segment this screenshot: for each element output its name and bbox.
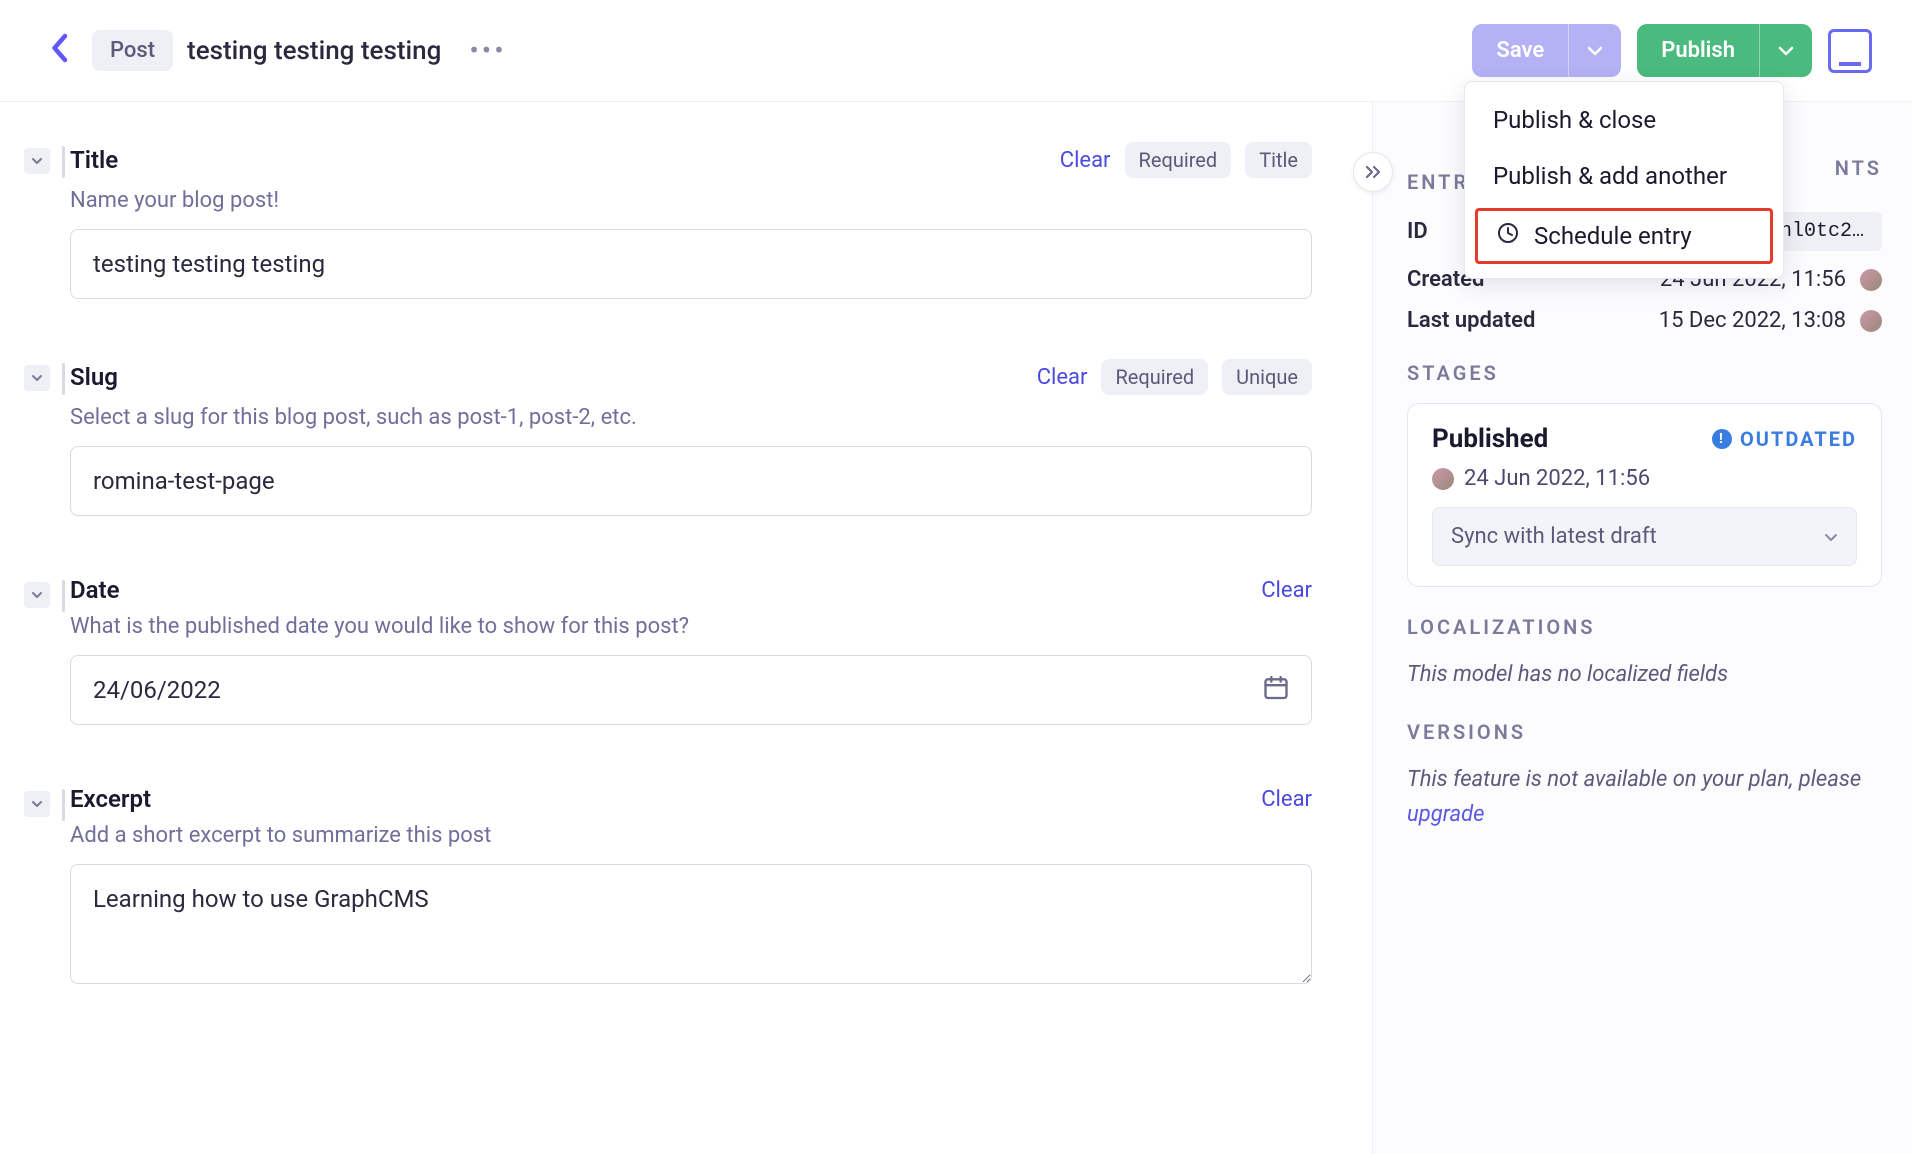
stage-card: Published ! OUTDATED 24 Jun 2022, 11:56 … xyxy=(1407,403,1882,587)
stage-name: Published xyxy=(1432,424,1712,454)
more-menu-button[interactable]: ••• xyxy=(469,34,506,67)
updated-value: 15 Dec 2022, 13:08 xyxy=(1659,308,1846,333)
publish-button-group: Publish xyxy=(1637,24,1812,77)
field-drag-handle[interactable] xyxy=(24,582,50,608)
collapse-sidebar-button[interactable] xyxy=(1353,152,1393,192)
title-kind-badge: Title xyxy=(1245,142,1312,178)
title-clear-button[interactable]: Clear xyxy=(1060,148,1111,173)
avatar xyxy=(1432,468,1454,490)
outdated-badge: ! OUTDATED xyxy=(1712,427,1857,451)
title-hint: Name your blog post! xyxy=(70,188,1312,213)
stages-heading: STAGES xyxy=(1407,361,1882,385)
date-input[interactable] xyxy=(70,655,1312,725)
title-input[interactable] xyxy=(70,229,1312,299)
slug-clear-button[interactable]: Clear xyxy=(1037,365,1088,390)
slug-input[interactable] xyxy=(70,446,1312,516)
slug-field-label: Slug xyxy=(70,363,118,391)
localizations-note: This model has no localized fields xyxy=(1407,657,1882,692)
schedule-entry-item[interactable]: Schedule entry xyxy=(1475,208,1773,264)
sync-draft-dropdown[interactable]: Sync with latest draft xyxy=(1432,507,1857,566)
field-drag-handle[interactable] xyxy=(24,365,50,391)
excerpt-input[interactable] xyxy=(70,864,1312,984)
upgrade-link[interactable]: upgrade xyxy=(1407,802,1485,827)
back-button[interactable] xyxy=(40,25,78,76)
save-dropdown-button[interactable] xyxy=(1568,24,1621,77)
toggle-sidebar-button[interactable] xyxy=(1828,29,1872,73)
publish-and-add-item[interactable]: Publish & add another xyxy=(1465,148,1783,204)
alert-icon: ! xyxy=(1712,429,1732,449)
slug-hint: Select a slug for this blog post, such a… xyxy=(70,405,1312,430)
page-title: testing testing testing xyxy=(187,36,441,66)
avatar xyxy=(1860,310,1882,332)
chevron-down-icon xyxy=(1824,524,1838,549)
avatar xyxy=(1860,269,1882,291)
publish-and-close-item[interactable]: Publish & close xyxy=(1465,92,1783,148)
versions-note: This feature is not available on your pl… xyxy=(1407,762,1882,832)
unique-badge: Unique xyxy=(1222,359,1312,395)
partial-tab-label: NTS xyxy=(1835,156,1882,180)
date-hint: What is the published date you would lik… xyxy=(70,614,1312,639)
save-button-group: Save xyxy=(1472,24,1621,77)
stage-published-date: 24 Jun 2022, 11:56 xyxy=(1464,466,1650,491)
title-field-label: Title xyxy=(70,146,118,174)
excerpt-hint: Add a short excerpt to summarize this po… xyxy=(70,823,1312,848)
save-button[interactable]: Save xyxy=(1472,24,1568,77)
date-clear-button[interactable]: Clear xyxy=(1261,578,1312,603)
publish-button[interactable]: Publish xyxy=(1637,24,1759,77)
required-badge: Required xyxy=(1125,142,1232,178)
publish-dropdown-menu: Publish & close Publish & add another Sc… xyxy=(1464,81,1784,279)
field-drag-handle[interactable] xyxy=(24,148,50,174)
excerpt-clear-button[interactable]: Clear xyxy=(1261,787,1312,812)
excerpt-field-label: Excerpt xyxy=(70,785,151,813)
updated-label: Last updated xyxy=(1407,308,1645,333)
required-badge: Required xyxy=(1101,359,1208,395)
localizations-heading: LOCALIZATIONS xyxy=(1407,615,1882,639)
publish-dropdown-button[interactable] xyxy=(1759,24,1812,77)
date-field-label: Date xyxy=(70,576,120,604)
clock-icon xyxy=(1496,221,1520,251)
versions-heading: VERSIONS xyxy=(1407,720,1882,744)
field-drag-handle[interactable] xyxy=(24,791,50,817)
calendar-icon[interactable] xyxy=(1262,674,1290,707)
content-type-badge: Post xyxy=(92,30,173,71)
